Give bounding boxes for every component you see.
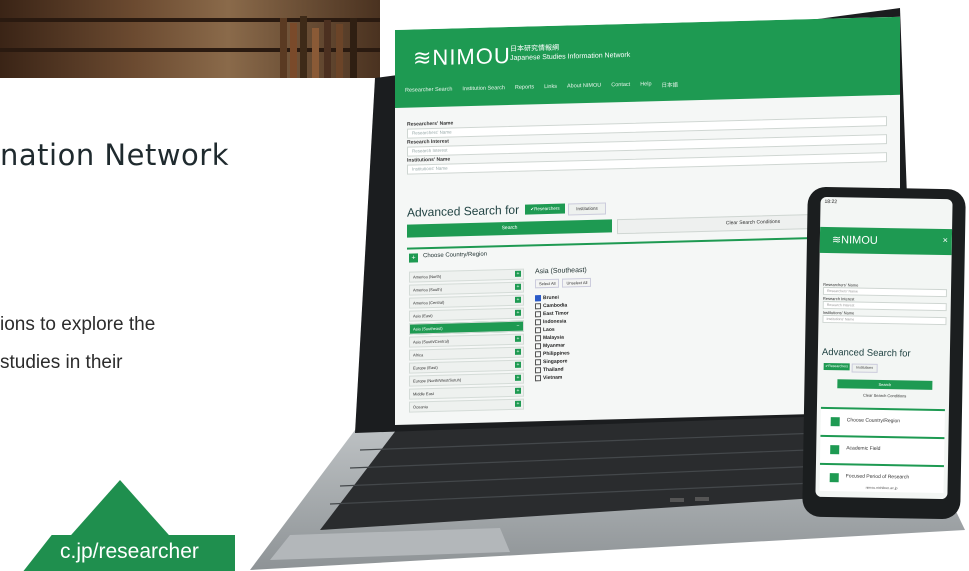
checkbox-icon xyxy=(535,358,541,366)
section-academic-field[interactable]: Academic Field xyxy=(819,434,945,466)
region-item[interactable]: Africa + xyxy=(409,346,524,361)
minus-icon: − xyxy=(515,322,521,329)
checkbox-icon xyxy=(535,342,541,350)
phone-header: ≋NIMOU × xyxy=(819,226,953,256)
region-item[interactable]: Oceania + xyxy=(409,398,524,413)
country-list: Asia (Southeast) Select All Unselect All… xyxy=(535,265,655,382)
nimou-logo[interactable]: ≋NIMOU xyxy=(413,43,511,72)
checkbox-icon xyxy=(535,366,541,374)
plus-icon: + xyxy=(515,387,521,394)
advanced-search-title: Advanced Search for xyxy=(821,346,911,360)
phone-search-form: Researchers' Name Researchers' Name Rese… xyxy=(822,282,948,326)
plus-icon: + xyxy=(515,374,521,381)
checkbox-icon xyxy=(535,318,541,326)
plus-icon: + xyxy=(515,309,521,316)
country-group-title: Asia (Southeast) xyxy=(535,266,587,276)
plus-icon: + xyxy=(515,348,521,355)
region-item[interactable]: Europe (North/West/Sotuh) + xyxy=(409,372,524,387)
plus-icon xyxy=(830,417,840,427)
checkbox-icon xyxy=(535,350,541,358)
site-header: ≋NIMOU 日本研究情報網 Japanese Studies Informat… xyxy=(395,16,900,109)
site-subtitle: Japanese Studies Information Network xyxy=(510,51,631,62)
advanced-search-title: Advanced Search for xyxy=(407,202,520,220)
nimou-logo[interactable]: ≋NIMOU xyxy=(832,233,878,247)
tab-institutions[interactable]: Institutions xyxy=(851,363,878,373)
description-line: ions to explore the xyxy=(0,314,156,335)
plus-icon xyxy=(830,445,840,455)
search-button[interactable]: Search xyxy=(407,219,612,238)
plus-icon: + xyxy=(515,400,521,407)
region-item[interactable]: Asia (East) + xyxy=(409,307,524,322)
region-list: America (North) + America (South) + Americ… xyxy=(409,268,524,415)
phone-screen: 18:22 ≋NIMOU × Researchers' Name Researc… xyxy=(815,196,953,500)
description-line: studies in their xyxy=(0,352,123,373)
region-item[interactable]: America (South) + xyxy=(409,281,524,296)
nav-contact[interactable]: Contact xyxy=(611,82,630,90)
plus-icon xyxy=(829,473,839,483)
tab-researchers[interactable]: ✔Researchers xyxy=(823,362,850,371)
clear-conditions-button[interactable]: Clear Search Conditions xyxy=(837,390,932,401)
select-all-button[interactable]: Select All xyxy=(535,278,560,289)
nav-help[interactable]: Help xyxy=(640,81,651,89)
tab-researchers[interactable]: ✔Researchers xyxy=(525,203,565,215)
checkbox-icon xyxy=(535,326,541,334)
tab-institutions[interactable]: Institutions xyxy=(568,202,606,216)
header-photo xyxy=(0,0,380,78)
status-time: 18:22 xyxy=(824,198,838,206)
checkbox-icon xyxy=(535,334,541,342)
region-item[interactable]: Asia (South/Central) + xyxy=(409,333,524,348)
nav-links[interactable]: Links xyxy=(544,84,557,92)
unselect-all-button[interactable]: Unselect All xyxy=(562,277,592,288)
region-item[interactable]: America (North) + xyxy=(409,268,524,283)
plus-icon[interactable]: + xyxy=(409,253,418,263)
nav-reports[interactable]: Reports xyxy=(515,84,534,93)
checkbox-icon xyxy=(535,294,541,302)
plus-icon: + xyxy=(515,270,521,277)
site-title: 日本研究情報網 Japanese Studies Information Net… xyxy=(510,42,630,63)
nav-researcher-search[interactable]: Researcher Search xyxy=(405,86,452,95)
close-icon[interactable]: × xyxy=(943,235,948,245)
region-item-selected[interactable]: Asia (Southeast) − xyxy=(409,320,524,335)
institution-name-input[interactable]: Institutions' Name xyxy=(822,314,947,326)
checkbox-icon xyxy=(535,374,541,382)
nav-institution-search[interactable]: Institution Search xyxy=(462,85,505,94)
page-heading: nation Network xyxy=(0,138,230,172)
nav-language[interactable]: 日本語 xyxy=(662,81,679,89)
checkbox-icon xyxy=(535,310,541,318)
checkbox-icon xyxy=(535,302,541,310)
region-item[interactable]: America (Central) + xyxy=(409,294,524,309)
region-item[interactable]: Europe (East) + xyxy=(409,359,524,374)
choose-region-label[interactable]: Choose Country/Region xyxy=(423,252,487,260)
main-nav: Researcher Search Institution Search Rep… xyxy=(405,81,678,96)
plus-icon: + xyxy=(515,335,521,342)
country-checkbox[interactable]: Vietnam xyxy=(535,371,655,382)
region-item[interactable]: Middle East + xyxy=(409,385,524,400)
search-button[interactable]: Search xyxy=(837,379,933,390)
nav-about[interactable]: About NIMOU xyxy=(567,83,601,92)
plus-icon: + xyxy=(515,283,521,290)
section-country-region[interactable]: Choose Country/Region xyxy=(820,406,945,438)
plus-icon: + xyxy=(515,296,521,303)
url-link[interactable]: c.jp/researcher xyxy=(60,540,199,564)
plus-icon: + xyxy=(515,361,521,368)
